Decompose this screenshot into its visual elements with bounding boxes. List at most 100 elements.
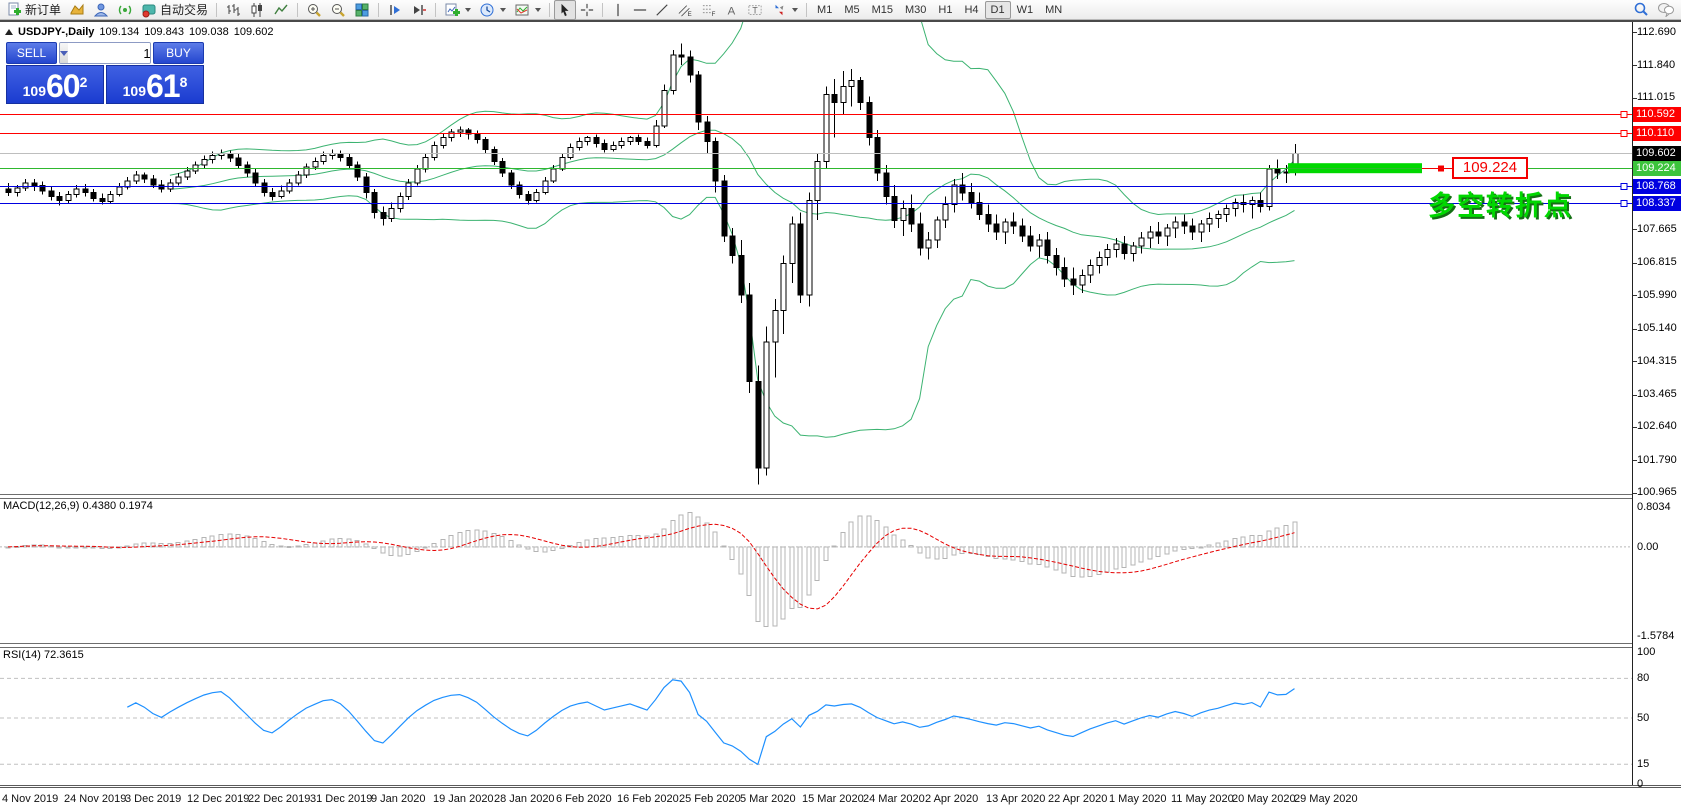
text-tool-button[interactable]: A xyxy=(721,0,743,20)
macd-bar xyxy=(236,534,240,547)
fibonacci-tool-button[interactable]: F xyxy=(697,0,721,20)
candlestick-chart-button[interactable] xyxy=(245,0,269,20)
arrows-tool-button[interactable] xyxy=(767,0,802,20)
price-axis[interactable]: 112.690111.840111.015107.665106.815105.9… xyxy=(1632,22,1681,785)
bear-candle xyxy=(1011,222,1016,226)
templates-button[interactable] xyxy=(510,0,545,20)
bar-chart-button[interactable] xyxy=(221,0,245,20)
vertical-line-tool-button[interactable] xyxy=(607,0,629,20)
autotrading-button[interactable]: 自动交易 xyxy=(137,0,212,20)
timeframe-button-M30[interactable]: M30 xyxy=(899,1,932,19)
timeframe-button-D1[interactable]: D1 xyxy=(985,1,1011,19)
date-label: 22 Dec 2019 xyxy=(248,793,310,805)
bear-candle xyxy=(526,195,531,201)
bollinger-upper-band xyxy=(170,22,1295,215)
zoom-out-button[interactable] xyxy=(326,0,350,20)
macd-bar xyxy=(926,547,930,558)
volume-decrease-button[interactable] xyxy=(60,43,68,63)
date-label: 11 May 2020 xyxy=(1171,793,1234,805)
line-anchor-marker[interactable] xyxy=(1621,184,1627,190)
date-label: 29 May 2020 xyxy=(1294,793,1358,805)
cursor-tool-button[interactable] xyxy=(554,0,576,20)
cursor-icon xyxy=(558,3,572,17)
bear-candle xyxy=(1275,169,1280,173)
tile-windows-button[interactable] xyxy=(350,0,374,20)
macd-bar xyxy=(74,547,78,548)
horizontal-line-tool-button[interactable] xyxy=(629,0,651,20)
candlestick-chart-icon xyxy=(249,2,265,18)
text-label-icon: T xyxy=(747,3,763,17)
line-anchor-marker[interactable] xyxy=(1621,201,1627,207)
bear-candle xyxy=(688,57,693,75)
macd-bar xyxy=(790,547,794,609)
search-icon[interactable] xyxy=(1633,1,1649,17)
ohlc-low: 109.038 xyxy=(189,26,229,38)
collapse-arrow-icon[interactable] xyxy=(5,29,13,35)
macd-bar xyxy=(560,547,564,549)
equidistant-channel-tool-button[interactable]: E xyxy=(673,0,697,20)
bull-candle xyxy=(125,181,130,187)
macd-bar xyxy=(551,547,555,551)
chinese-annotation[interactable]: 多空转折点 xyxy=(1428,184,1573,223)
trend-line-tool-button[interactable] xyxy=(651,0,673,20)
sell-button[interactable]: SELL xyxy=(6,42,57,64)
dropdown-arrow-icon xyxy=(792,8,798,12)
line-anchor-marker[interactable] xyxy=(1621,112,1627,118)
price-annotation-box[interactable]: 109.224 xyxy=(1452,157,1528,179)
macd-panel-canvas[interactable] xyxy=(0,497,1632,641)
time-axis[interactable]: 4 Nov 201924 Nov 20193 Dec 201912 Dec 20… xyxy=(0,785,1681,809)
bull-candle xyxy=(176,177,181,183)
crosshair-tool-button[interactable] xyxy=(576,0,598,20)
timeframe-button-M1[interactable]: M1 xyxy=(811,1,838,19)
new-chart-button[interactable] xyxy=(440,0,475,20)
macd-bar xyxy=(884,527,888,547)
line-chart-button[interactable] xyxy=(269,0,293,20)
periods-button[interactable] xyxy=(475,0,510,20)
bull-candle xyxy=(296,175,301,183)
macd-bar xyxy=(500,537,504,547)
bull-candle xyxy=(66,195,71,201)
buy-price-display[interactable]: 109618 xyxy=(106,65,204,104)
new-order-icon xyxy=(6,2,22,18)
sell-price-display[interactable]: 109602 xyxy=(6,65,104,104)
bear-candle xyxy=(347,157,352,165)
bull-candle xyxy=(1080,275,1085,285)
macd-bar xyxy=(1088,547,1092,577)
timeframe-button-H4[interactable]: H4 xyxy=(958,1,984,19)
line-anchor-marker[interactable] xyxy=(1621,131,1627,137)
rsi-panel-canvas[interactable] xyxy=(0,646,1632,785)
chart-shift-icon xyxy=(411,2,427,18)
chart-shift-button[interactable] xyxy=(407,0,431,20)
macd-bar xyxy=(381,547,385,553)
chat-icon[interactable] xyxy=(1657,1,1675,17)
macd-bar xyxy=(134,544,138,547)
community-button[interactable] xyxy=(89,0,113,20)
bull-candle xyxy=(313,161,318,167)
panel-splitter[interactable] xyxy=(0,643,1681,648)
auto-scroll-button[interactable] xyxy=(383,0,407,20)
bar-chart-icon xyxy=(225,2,241,18)
timeframe-button-W1[interactable]: W1 xyxy=(1011,1,1040,19)
bear-candle xyxy=(151,179,156,185)
zoom-in-button[interactable] xyxy=(302,0,326,20)
date-label: 5 Mar 2020 xyxy=(740,793,796,805)
macd-bar xyxy=(662,529,666,547)
timeframe-button-M5[interactable]: M5 xyxy=(838,1,865,19)
buy-button[interactable]: BUY xyxy=(153,42,204,64)
timeframe-button-H1[interactable]: H1 xyxy=(932,1,958,19)
volume-input[interactable] xyxy=(68,43,151,63)
main-chart-canvas[interactable] xyxy=(0,22,1632,494)
text-label-tool-button[interactable]: T xyxy=(743,0,767,20)
toolbar-separator xyxy=(806,3,807,17)
profiles-button[interactable] xyxy=(65,0,89,20)
panel-splitter[interactable] xyxy=(0,494,1681,499)
new-order-button[interactable]: 新订单 xyxy=(2,0,65,20)
macd-value-signal: 0.1974 xyxy=(119,500,153,512)
timeframe-button-MN[interactable]: MN xyxy=(1039,1,1068,19)
timeframe-button-M15[interactable]: M15 xyxy=(866,1,899,19)
bear-candle xyxy=(91,193,96,199)
macd-bar xyxy=(475,530,479,547)
signals-button[interactable] xyxy=(113,0,137,20)
vertical-line-icon xyxy=(611,3,625,17)
bull-candle xyxy=(415,169,420,183)
